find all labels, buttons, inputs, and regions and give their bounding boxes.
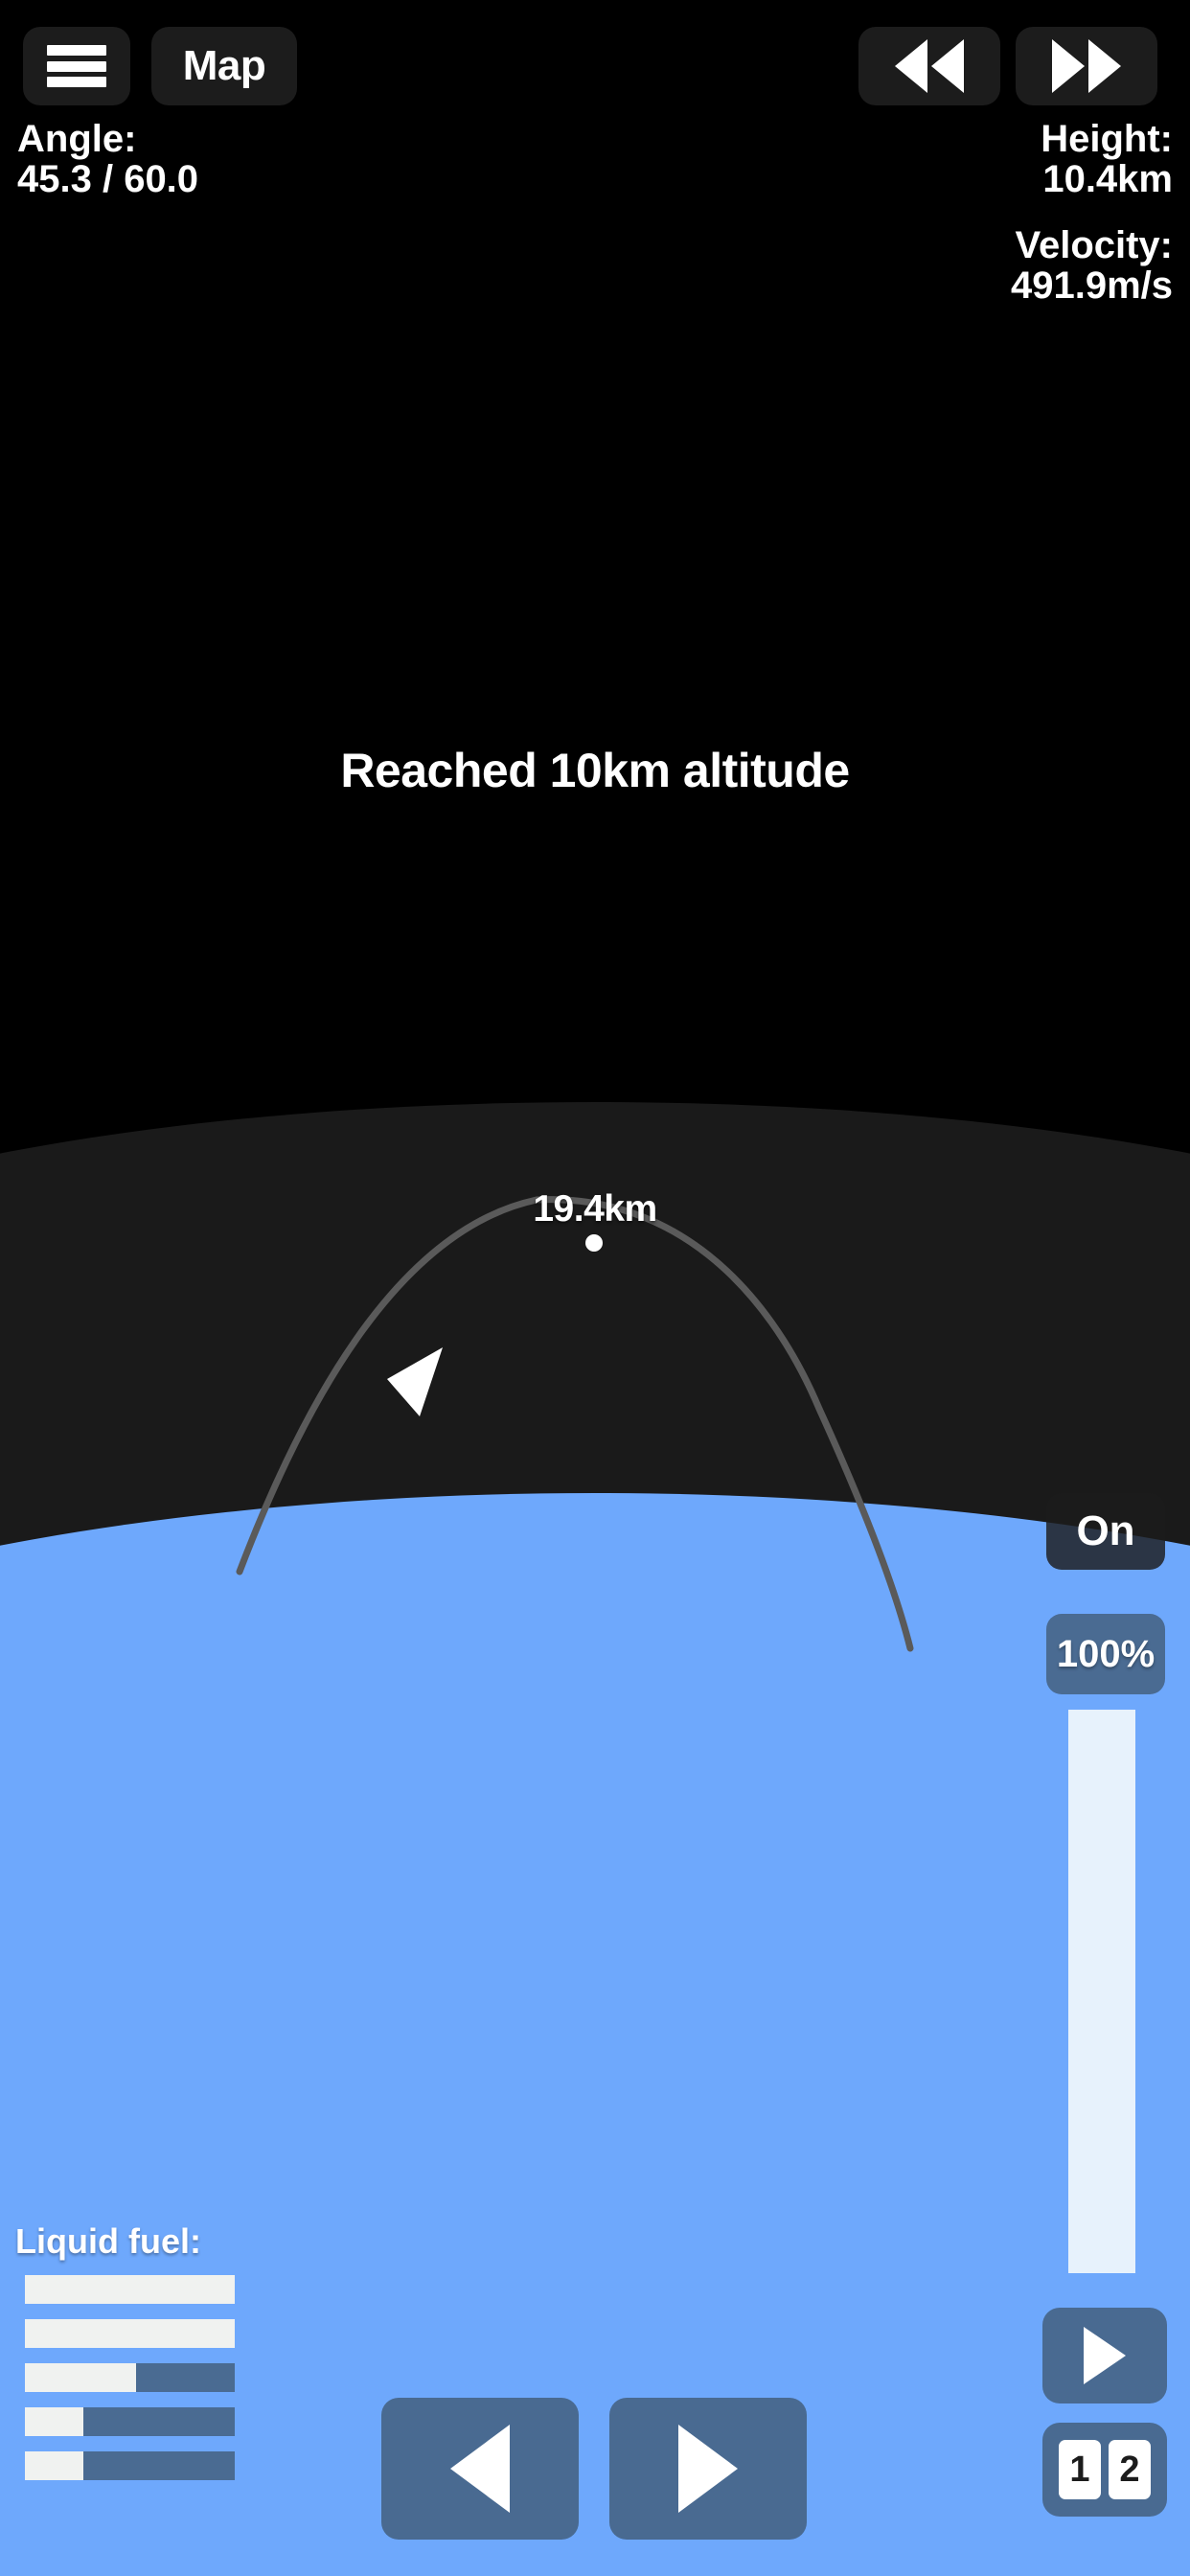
fuel-panel-title: Liquid fuel:	[15, 2221, 201, 2261]
timewarp-increase-button[interactable]	[1016, 27, 1157, 105]
fuel-panel: Liquid fuel:	[15, 2221, 255, 2496]
fuel-bar-4-fill	[25, 2407, 84, 2436]
stage-fire-play-icon	[1084, 2327, 1126, 2384]
hamburger-menu-icon	[47, 45, 106, 87]
rewind-double-arrow-icon	[895, 39, 964, 93]
menu-button[interactable]	[23, 27, 130, 105]
game-screen: 19.4km Map Angle: 45.3 / 60.0 Height: 10…	[0, 0, 1190, 2576]
fuel-bar-3	[25, 2363, 235, 2392]
rotate-right-button[interactable]	[609, 2398, 807, 2540]
stage-fire-button[interactable]	[1042, 2308, 1167, 2404]
throttle-slider-fill	[1068, 1710, 1135, 2273]
throttle-percent-button[interactable]: 100%	[1046, 1614, 1165, 1694]
stage-chip-2[interactable]: 2	[1109, 2440, 1151, 2499]
rotate-left-button[interactable]	[381, 2398, 579, 2540]
fast-forward-double-arrow-icon	[1052, 39, 1121, 93]
timewarp-decrease-button[interactable]	[858, 27, 1000, 105]
fuel-bar-5-fill	[25, 2451, 84, 2480]
height-value: 10.4km	[1042, 158, 1173, 201]
apoapsis-label: 19.4km	[533, 1188, 657, 1230]
fuel-bar-3-fill	[25, 2363, 137, 2392]
engine-toggle-button[interactable]: On	[1046, 1493, 1165, 1570]
fuel-bar-1	[25, 2275, 235, 2304]
fuel-bar-4	[25, 2407, 235, 2436]
fuel-bar-2	[25, 2319, 235, 2348]
angle-label: Angle:	[17, 118, 137, 160]
fuel-bar-1-fill	[25, 2275, 235, 2304]
fuel-bar-2-fill	[25, 2319, 235, 2348]
status-message: Reached 10km altitude	[340, 744, 850, 797]
stage-selector[interactable]: 1 2	[1042, 2423, 1167, 2517]
height-label: Height:	[1041, 118, 1173, 160]
rotate-right-triangle-icon	[678, 2425, 738, 2513]
velocity-value: 491.9m/s	[1010, 264, 1173, 308]
angle-value: 45.3 / 60.0	[17, 158, 199, 201]
map-button[interactable]: Map	[151, 27, 297, 105]
stage-chip-1[interactable]: 1	[1059, 2440, 1101, 2499]
rotate-left-triangle-icon	[450, 2425, 510, 2513]
throttle-slider[interactable]	[1068, 1710, 1135, 2273]
flight-readout: Height: 10.4km Velocity: 491.9m/s	[1011, 119, 1173, 307]
angle-readout: Angle: 45.3 / 60.0	[17, 119, 198, 200]
velocity-label: Velocity:	[1015, 223, 1173, 266]
fuel-bar-list	[25, 2275, 255, 2480]
fuel-bar-5	[25, 2451, 235, 2480]
